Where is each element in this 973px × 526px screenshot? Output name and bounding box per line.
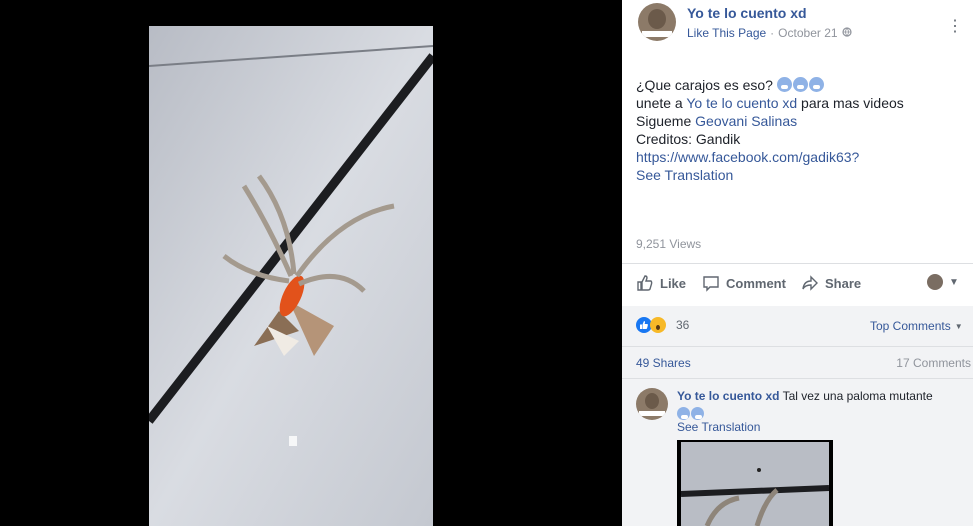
user-avatar xyxy=(927,274,943,290)
comment-text: Tal vez una paloma mutante xyxy=(782,389,933,403)
profile-mention-link[interactable]: Geovani Salinas xyxy=(695,113,797,129)
shares-count-link[interactable]: 49 Shares xyxy=(636,356,691,370)
worried-emoji-icon xyxy=(776,77,825,93)
caret-down-icon: ▼ xyxy=(949,276,959,288)
comment-author[interactable]: Yo te lo cuento xd xyxy=(677,389,779,403)
post-line-1: ¿Que carajos es eso? xyxy=(636,77,773,93)
post-date[interactable]: October 21 xyxy=(778,26,837,40)
reaction-summary[interactable]: 36 xyxy=(636,317,689,333)
view-count: 9,251 Views xyxy=(636,237,702,251)
video-frame[interactable] xyxy=(149,26,433,526)
video-player[interactable] xyxy=(0,0,622,526)
share-arrow-icon xyxy=(802,275,818,291)
like-page-link[interactable]: Like This Page xyxy=(687,26,766,40)
comment-media-thumbnail[interactable] xyxy=(677,440,833,526)
divider xyxy=(622,263,973,264)
see-translation-link[interactable]: See Translation xyxy=(636,166,966,184)
wow-reaction-icon xyxy=(650,317,666,333)
comment-bubble-icon xyxy=(703,276,719,292)
audience-globe-icon xyxy=(841,26,852,40)
page-mention-link[interactable]: Yo te lo cuento xd xyxy=(686,95,797,111)
comment-body: Yo te lo cuento xd Tal vez una paloma mu… xyxy=(677,388,933,404)
page-name[interactable]: Yo te lo cuento xd xyxy=(687,5,807,21)
like-button[interactable]: Like xyxy=(636,274,686,292)
caret-down-icon: ▼ xyxy=(954,321,963,331)
post-sidebar: Yo te lo cuento xd Like This Page · Octo… xyxy=(622,0,973,526)
posting-as-selector[interactable]: ▼ xyxy=(927,274,959,290)
post-line-credits: Creditos: Gandik xyxy=(636,131,741,147)
post-meta: Like This Page · October 21 xyxy=(687,26,852,40)
reaction-count: 36 xyxy=(676,318,690,332)
share-button[interactable]: Share xyxy=(801,274,861,292)
comment-button[interactable]: Comment xyxy=(702,274,786,292)
comment-avatar[interactable] xyxy=(636,388,668,420)
external-url-link[interactable]: https://www.facebook.com/gadik63? xyxy=(636,148,966,166)
moth-video-still xyxy=(149,26,433,526)
more-options-icon[interactable]: ⋮ xyxy=(947,16,963,36)
top-comments-dropdown[interactable]: Top Comments ▼ xyxy=(870,319,963,333)
thumbs-up-icon xyxy=(637,275,653,291)
action-bar: Like Comment Share ▼ xyxy=(636,274,961,296)
page-avatar[interactable] xyxy=(638,3,676,41)
feedback-section: 36 Top Comments ▼ 49 Shares 17 Comments … xyxy=(622,306,973,526)
post-message: ¿Que carajos es eso? unete a Yo te lo cu… xyxy=(636,76,966,184)
comments-count-link[interactable]: 17 Comments xyxy=(896,356,971,370)
comment-see-translation-link[interactable]: See Translation xyxy=(677,420,760,434)
